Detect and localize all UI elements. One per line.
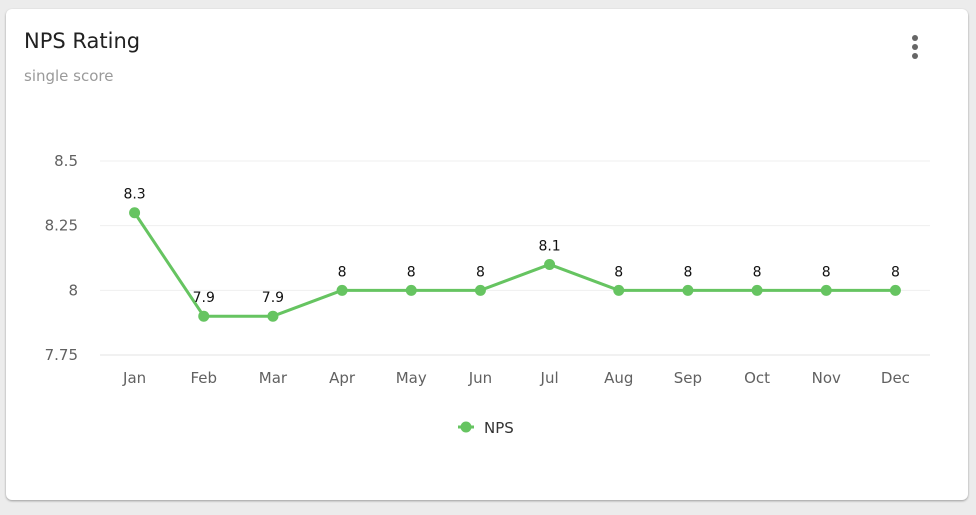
data-point bbox=[336, 284, 348, 296]
line-chart: 7.75 8 8.25 8.5 Jan Feb Mar Apr May Jun Jul Aug Sep… bbox=[45, 152, 930, 437]
data-label: 8 bbox=[683, 264, 692, 280]
x-tick-label: Nov bbox=[812, 369, 841, 387]
data-point bbox=[474, 284, 486, 296]
data-label: 8.3 bbox=[123, 187, 145, 203]
data-label: 7.9 bbox=[193, 290, 215, 306]
x-tick-label: Dec bbox=[881, 369, 910, 387]
legend-label: NPS bbox=[484, 419, 514, 437]
x-tick-label: Jul bbox=[540, 369, 559, 387]
x-axis-ticks: Jan Feb Mar Apr May Jun Jul Aug Sep Oct Nov Dec bbox=[122, 369, 910, 387]
data-label: 8 bbox=[822, 264, 831, 280]
data-label: 7.9 bbox=[262, 290, 284, 306]
x-tick-label: Apr bbox=[329, 369, 356, 387]
data-point bbox=[198, 310, 210, 322]
data-label: 8 bbox=[407, 264, 416, 280]
series-nps bbox=[129, 207, 901, 322]
x-tick-label: Jan bbox=[122, 369, 146, 387]
x-tick-label: Mar bbox=[259, 369, 288, 387]
data-point bbox=[405, 284, 417, 296]
y-axis-ticks: 7.75 8 8.25 8.5 bbox=[45, 152, 78, 364]
y-tick-label: 8 bbox=[68, 281, 78, 299]
data-label: 8 bbox=[338, 264, 347, 280]
data-point bbox=[613, 284, 625, 296]
data-label: 8 bbox=[891, 264, 900, 280]
x-tick-label: Aug bbox=[604, 369, 633, 387]
data-label: 8 bbox=[614, 264, 623, 280]
data-point bbox=[544, 258, 556, 270]
grid-lines bbox=[100, 160, 930, 356]
data-point bbox=[751, 284, 763, 296]
x-tick-label: Jun bbox=[468, 369, 492, 387]
series-line bbox=[133, 211, 896, 318]
x-tick-label: Oct bbox=[744, 369, 770, 387]
data-point bbox=[129, 207, 141, 219]
data-point bbox=[267, 310, 279, 322]
x-tick-label: May bbox=[396, 369, 427, 387]
data-point bbox=[820, 284, 832, 296]
y-tick-label: 7.75 bbox=[45, 346, 78, 364]
legend[interactable]: NPS bbox=[458, 419, 514, 437]
data-label: 8 bbox=[753, 264, 762, 280]
data-point bbox=[682, 284, 694, 296]
x-tick-label: Feb bbox=[190, 369, 217, 387]
data-label: 8 bbox=[476, 264, 485, 280]
legend-marker bbox=[460, 421, 472, 433]
y-tick-label: 8.25 bbox=[45, 217, 78, 235]
y-tick-label: 8.5 bbox=[54, 152, 78, 170]
data-point bbox=[889, 284, 901, 296]
data-label: 8.1 bbox=[538, 238, 560, 254]
x-tick-label: Sep bbox=[674, 369, 702, 387]
data-labels: 8.3 7.9 7.9 8 8 8 8.1 8 8 8 8 8 bbox=[123, 187, 899, 306]
